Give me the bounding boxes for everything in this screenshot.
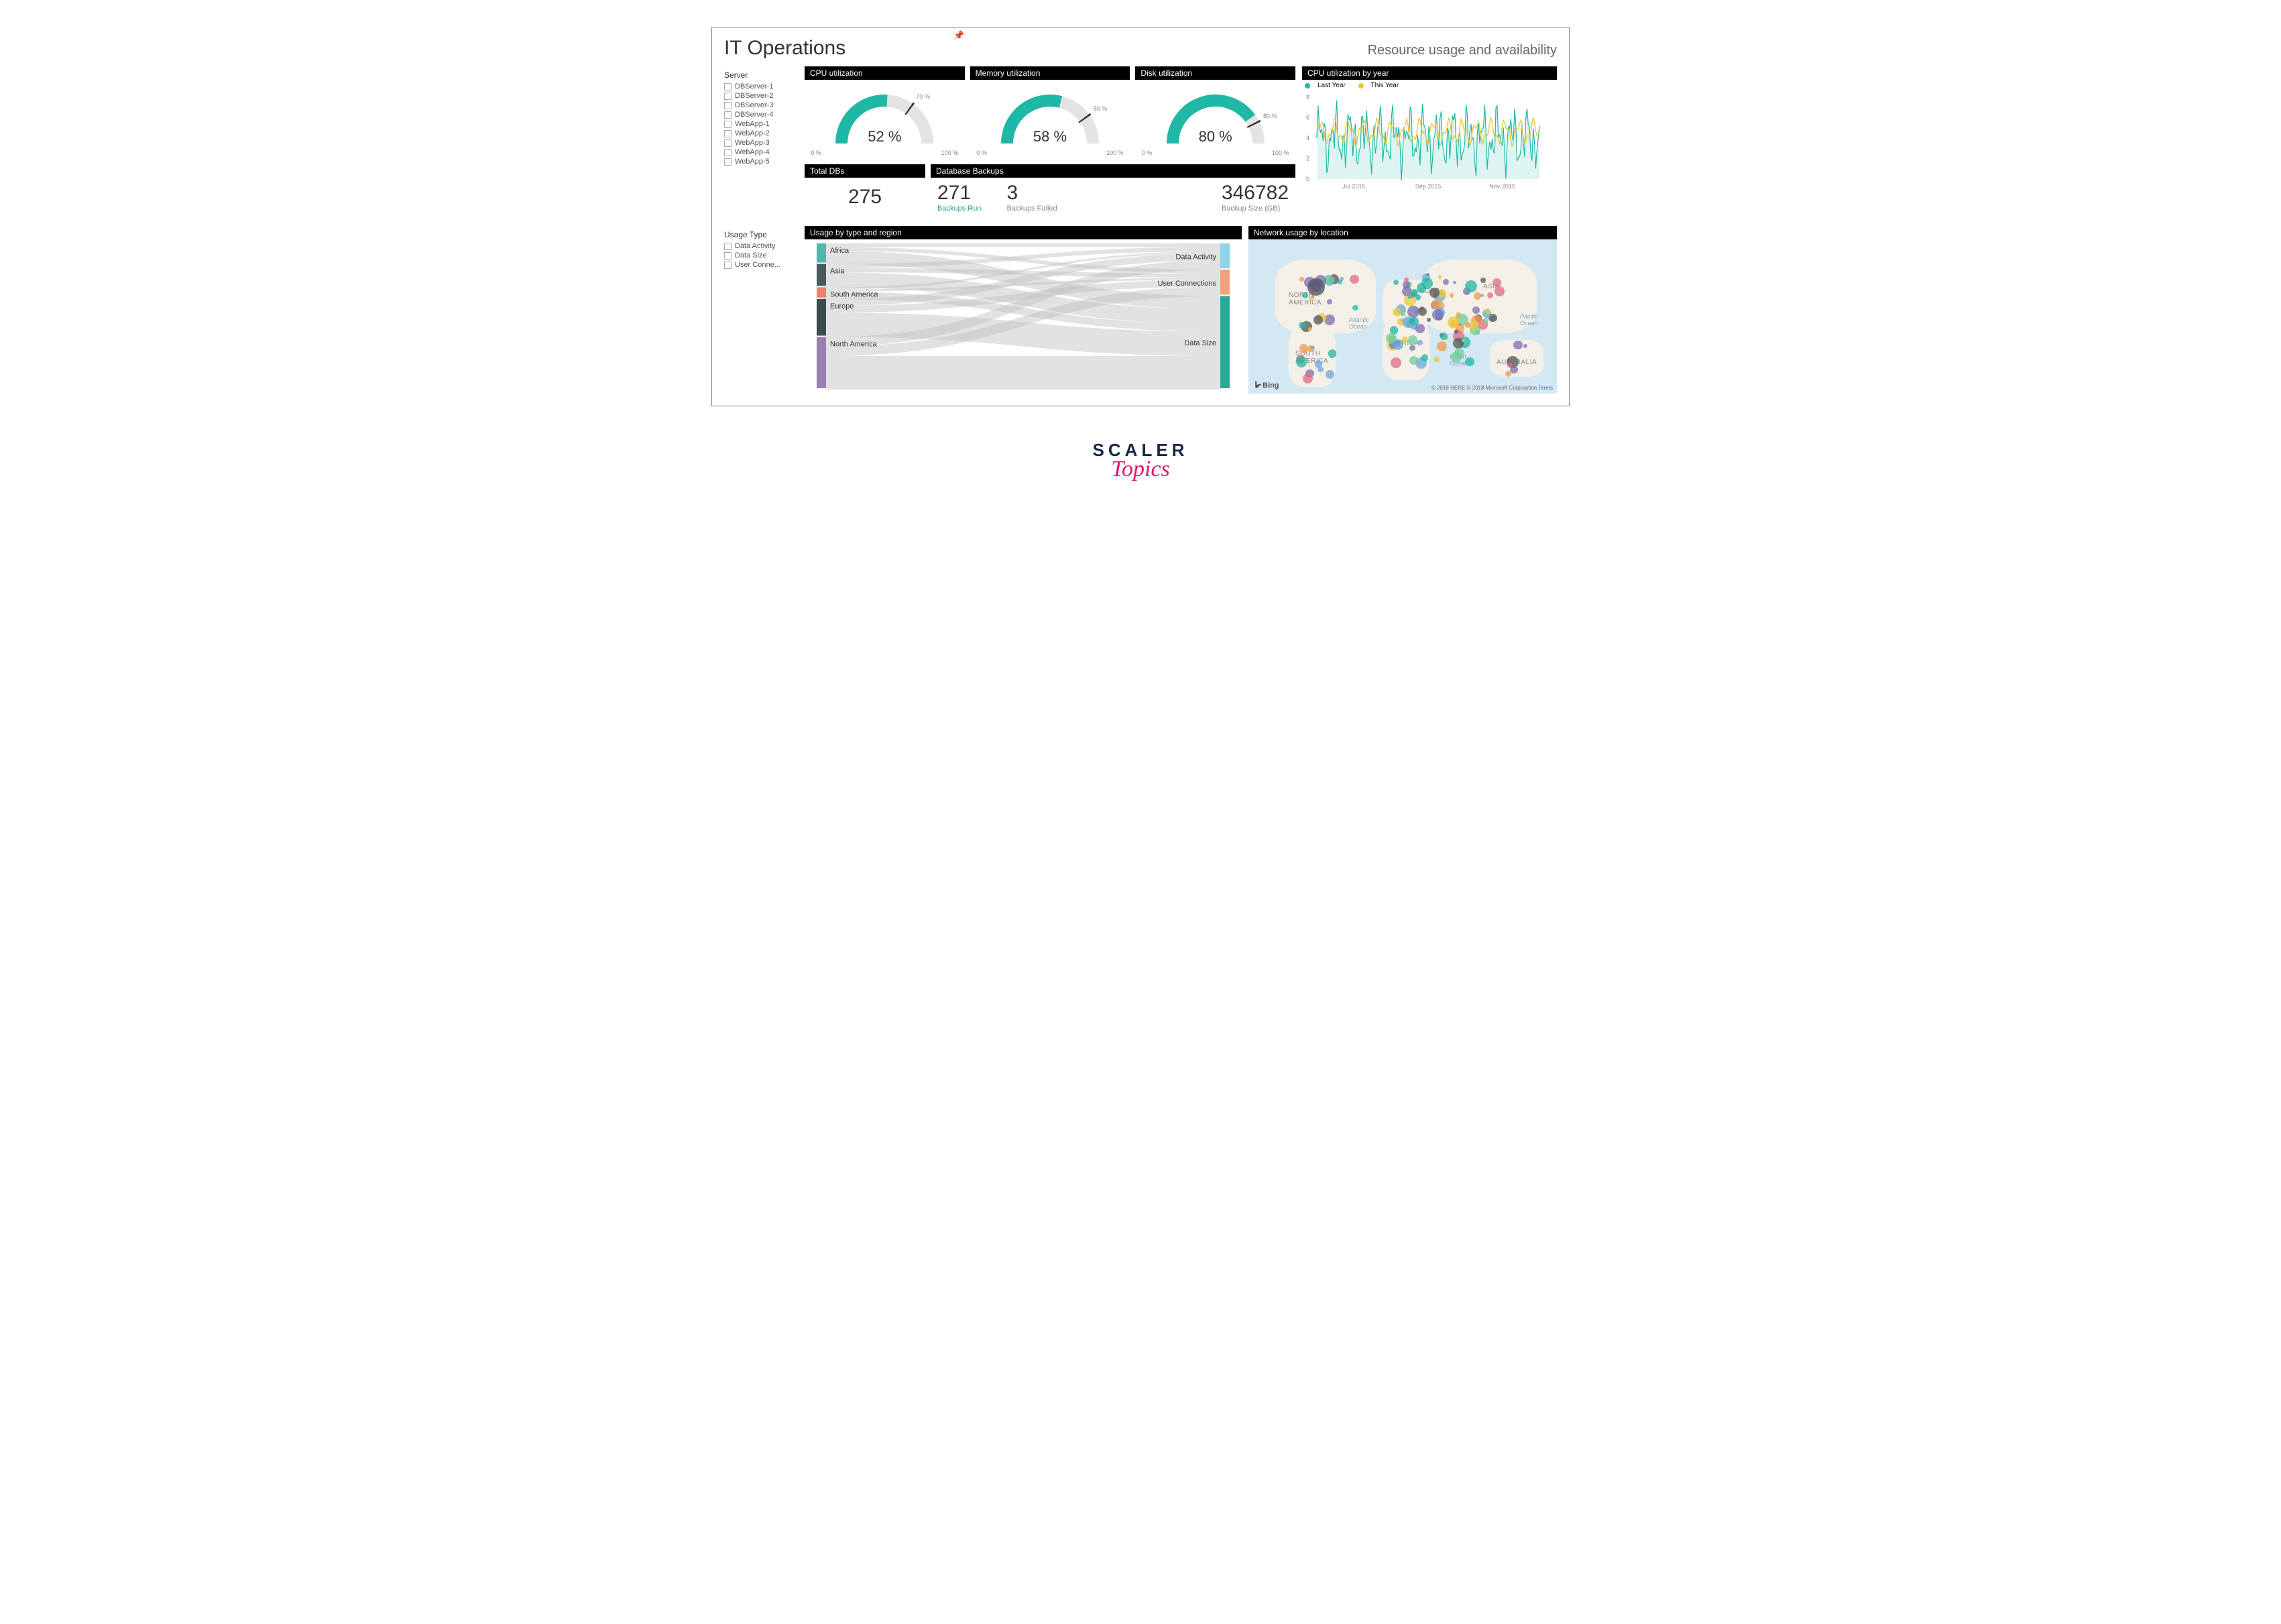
slicer-option[interactable]: WebApp-1 bbox=[724, 120, 798, 128]
checkbox-icon[interactable] bbox=[724, 83, 732, 91]
slicer-option[interactable]: Data Size bbox=[724, 251, 798, 259]
checkbox-icon[interactable] bbox=[724, 139, 732, 147]
checkbox-icon[interactable] bbox=[724, 243, 732, 250]
map-attribution: © 2018 HERE,© 2018 Microsoft Corporation… bbox=[1431, 385, 1553, 391]
kpi-row: Total DBs 275 Database Backups 271 bbox=[805, 164, 1295, 217]
svg-text:2: 2 bbox=[1306, 155, 1309, 162]
checkbox-icon[interactable] bbox=[724, 262, 732, 269]
bing-logo: Bing bbox=[1254, 381, 1279, 390]
slicer-option[interactable]: Data Activity bbox=[724, 242, 798, 250]
svg-text:0: 0 bbox=[1306, 176, 1309, 182]
checkbox-icon[interactable] bbox=[724, 158, 732, 166]
slicer-option[interactable]: User Conne... bbox=[724, 261, 798, 269]
middle-column: CPU utilization 52 % 0 % 100 % 70 % Memo… bbox=[805, 66, 1295, 217]
svg-text:User Connections: User Connections bbox=[1158, 280, 1217, 288]
kpi-backups-failed: 3 Backups Failed bbox=[1000, 182, 1057, 213]
svg-text:Data Activity: Data Activity bbox=[1175, 253, 1216, 262]
svg-text:Data Size: Data Size bbox=[1184, 339, 1216, 347]
gauge-memory[interactable]: Memory utilization 58 % 0 % 100 % 80 % bbox=[970, 66, 1130, 160]
page-subtitle: Resource usage and availability bbox=[1368, 43, 1557, 58]
slicer-option[interactable]: DBServer-1 bbox=[724, 82, 798, 91]
slicer-option[interactable]: WebApp-2 bbox=[724, 129, 798, 137]
checkbox-icon[interactable] bbox=[724, 93, 732, 100]
gauge-target-label: 70 % bbox=[916, 93, 930, 100]
page-title: IT Operations bbox=[724, 37, 845, 60]
kpi-total-dbs[interactable]: Total DBs 275 bbox=[805, 164, 925, 217]
slicer-title: Usage Type bbox=[724, 230, 798, 239]
checkbox-icon[interactable] bbox=[724, 252, 732, 259]
map-chart[interactable]: Network usage by location NORTHAMERICASO… bbox=[1248, 226, 1557, 394]
panel-header: Network usage by location bbox=[1248, 226, 1557, 239]
slicer-option[interactable]: WebApp-4 bbox=[724, 148, 798, 156]
map-terms-link[interactable]: Terms bbox=[1538, 385, 1553, 391]
slicer-option[interactable]: DBServer-4 bbox=[724, 111, 798, 119]
slicer-option[interactable]: DBServer-3 bbox=[724, 101, 798, 109]
checkbox-icon[interactable] bbox=[724, 149, 732, 156]
page-root: 📌 IT Operations Resource usage and avail… bbox=[711, 27, 1570, 482]
chart-legend: Last Year This Year bbox=[1302, 80, 1557, 91]
kpi-value: 275 bbox=[811, 186, 919, 209]
gauge-disk[interactable]: Disk utilization 80 % 0 % 100 % 80 % bbox=[1135, 66, 1295, 160]
svg-text:Africa: Africa bbox=[830, 247, 850, 255]
checkbox-icon[interactable] bbox=[724, 111, 732, 119]
svg-text:6: 6 bbox=[1306, 114, 1309, 121]
panel-header: CPU utilization by year bbox=[1302, 66, 1557, 80]
bottom-row: Usage Type Data ActivityData SizeUser Co… bbox=[724, 226, 1557, 394]
panel-header: Total DBs bbox=[805, 164, 925, 178]
pin-icon[interactable]: 📌 bbox=[953, 30, 964, 41]
server-slicer: Server DBServer-1DBServer-2DBServer-3 DBS… bbox=[724, 66, 798, 217]
sankey-canvas: Africa Asia South America Europe North Ameri… bbox=[805, 239, 1242, 394]
gauge-target-label: 80 % bbox=[1263, 113, 1277, 119]
cpu-by-year-chart[interactable]: CPU utilization by year Last Year This Y… bbox=[1302, 66, 1557, 217]
panel-header: CPU utilization bbox=[805, 66, 965, 80]
gauge-value: 80 % bbox=[1199, 128, 1232, 146]
gauge-value: 58 % bbox=[1033, 128, 1067, 146]
slicer-title: Server bbox=[724, 70, 798, 80]
panel-header: Memory utilization bbox=[970, 66, 1130, 80]
gauge-value: 52 % bbox=[868, 128, 901, 146]
gauges-row: CPU utilization 52 % 0 % 100 % 70 % Memo… bbox=[805, 66, 1295, 160]
line-chart-canvas: 0 2 4 6 8 Jul 2015 Sep 2015 Nov 2015 bbox=[1302, 91, 1557, 217]
header: IT Operations Resource usage and availab… bbox=[724, 37, 1557, 60]
svg-text:Sep 2015: Sep 2015 bbox=[1415, 183, 1442, 190]
panel-header: Database Backups bbox=[931, 164, 1295, 178]
brand-bottom: Topics bbox=[711, 457, 1570, 482]
usage-slicer: Usage Type Data ActivityData Size User Co… bbox=[724, 226, 798, 394]
gauge-range: 0 % 100 % bbox=[1142, 150, 1289, 156]
svg-text:Europe: Europe bbox=[830, 302, 854, 310]
kpi-backups-run: 271 Backups Run bbox=[937, 182, 981, 213]
dashboard-frame: 📌 IT Operations Resource usage and avail… bbox=[711, 27, 1570, 406]
svg-text:8: 8 bbox=[1306, 94, 1309, 101]
svg-text:Jul 2015: Jul 2015 bbox=[1342, 183, 1365, 190]
gauge-range: 0 % 100 % bbox=[811, 150, 959, 156]
slicer-option[interactable]: WebApp-3 bbox=[724, 139, 798, 147]
top-row: Server DBServer-1DBServer-2DBServer-3 DBS… bbox=[724, 66, 1557, 217]
brand-logo: SCALER Topics bbox=[711, 440, 1570, 482]
gauge-cpu[interactable]: CPU utilization 52 % 0 % 100 % 70 % bbox=[805, 66, 965, 160]
map-canvas[interactable]: NORTHAMERICASOUTHAMERICAAFRICAASIAAUSTRA… bbox=[1248, 239, 1557, 394]
panel-header: Usage by type and region bbox=[805, 226, 1242, 239]
kpi-backups[interactable]: Database Backups 271 Backups Run 3 Backu… bbox=[931, 164, 1295, 217]
svg-text:4: 4 bbox=[1306, 135, 1309, 141]
gauge-target-label: 80 % bbox=[1094, 105, 1108, 112]
checkbox-icon[interactable] bbox=[724, 130, 732, 137]
slicer-option[interactable]: WebApp-5 bbox=[724, 158, 798, 166]
svg-text:Asia: Asia bbox=[830, 268, 845, 276]
checkbox-icon[interactable] bbox=[724, 102, 732, 109]
checkbox-icon[interactable] bbox=[724, 121, 732, 128]
panel-header: Disk utilization bbox=[1135, 66, 1295, 80]
sankey-chart[interactable]: Usage by type and region Africa Asia South… bbox=[805, 226, 1242, 394]
kpi-backups-size: 346782 Backup Size (GB) bbox=[1215, 182, 1289, 213]
slicer-option[interactable]: DBServer-2 bbox=[724, 92, 798, 100]
gauge-range: 0 % 100 % bbox=[976, 150, 1124, 156]
svg-text:Nov 2015: Nov 2015 bbox=[1489, 183, 1515, 190]
svg-text:South America: South America bbox=[830, 290, 878, 298]
svg-text:North America: North America bbox=[830, 341, 878, 349]
